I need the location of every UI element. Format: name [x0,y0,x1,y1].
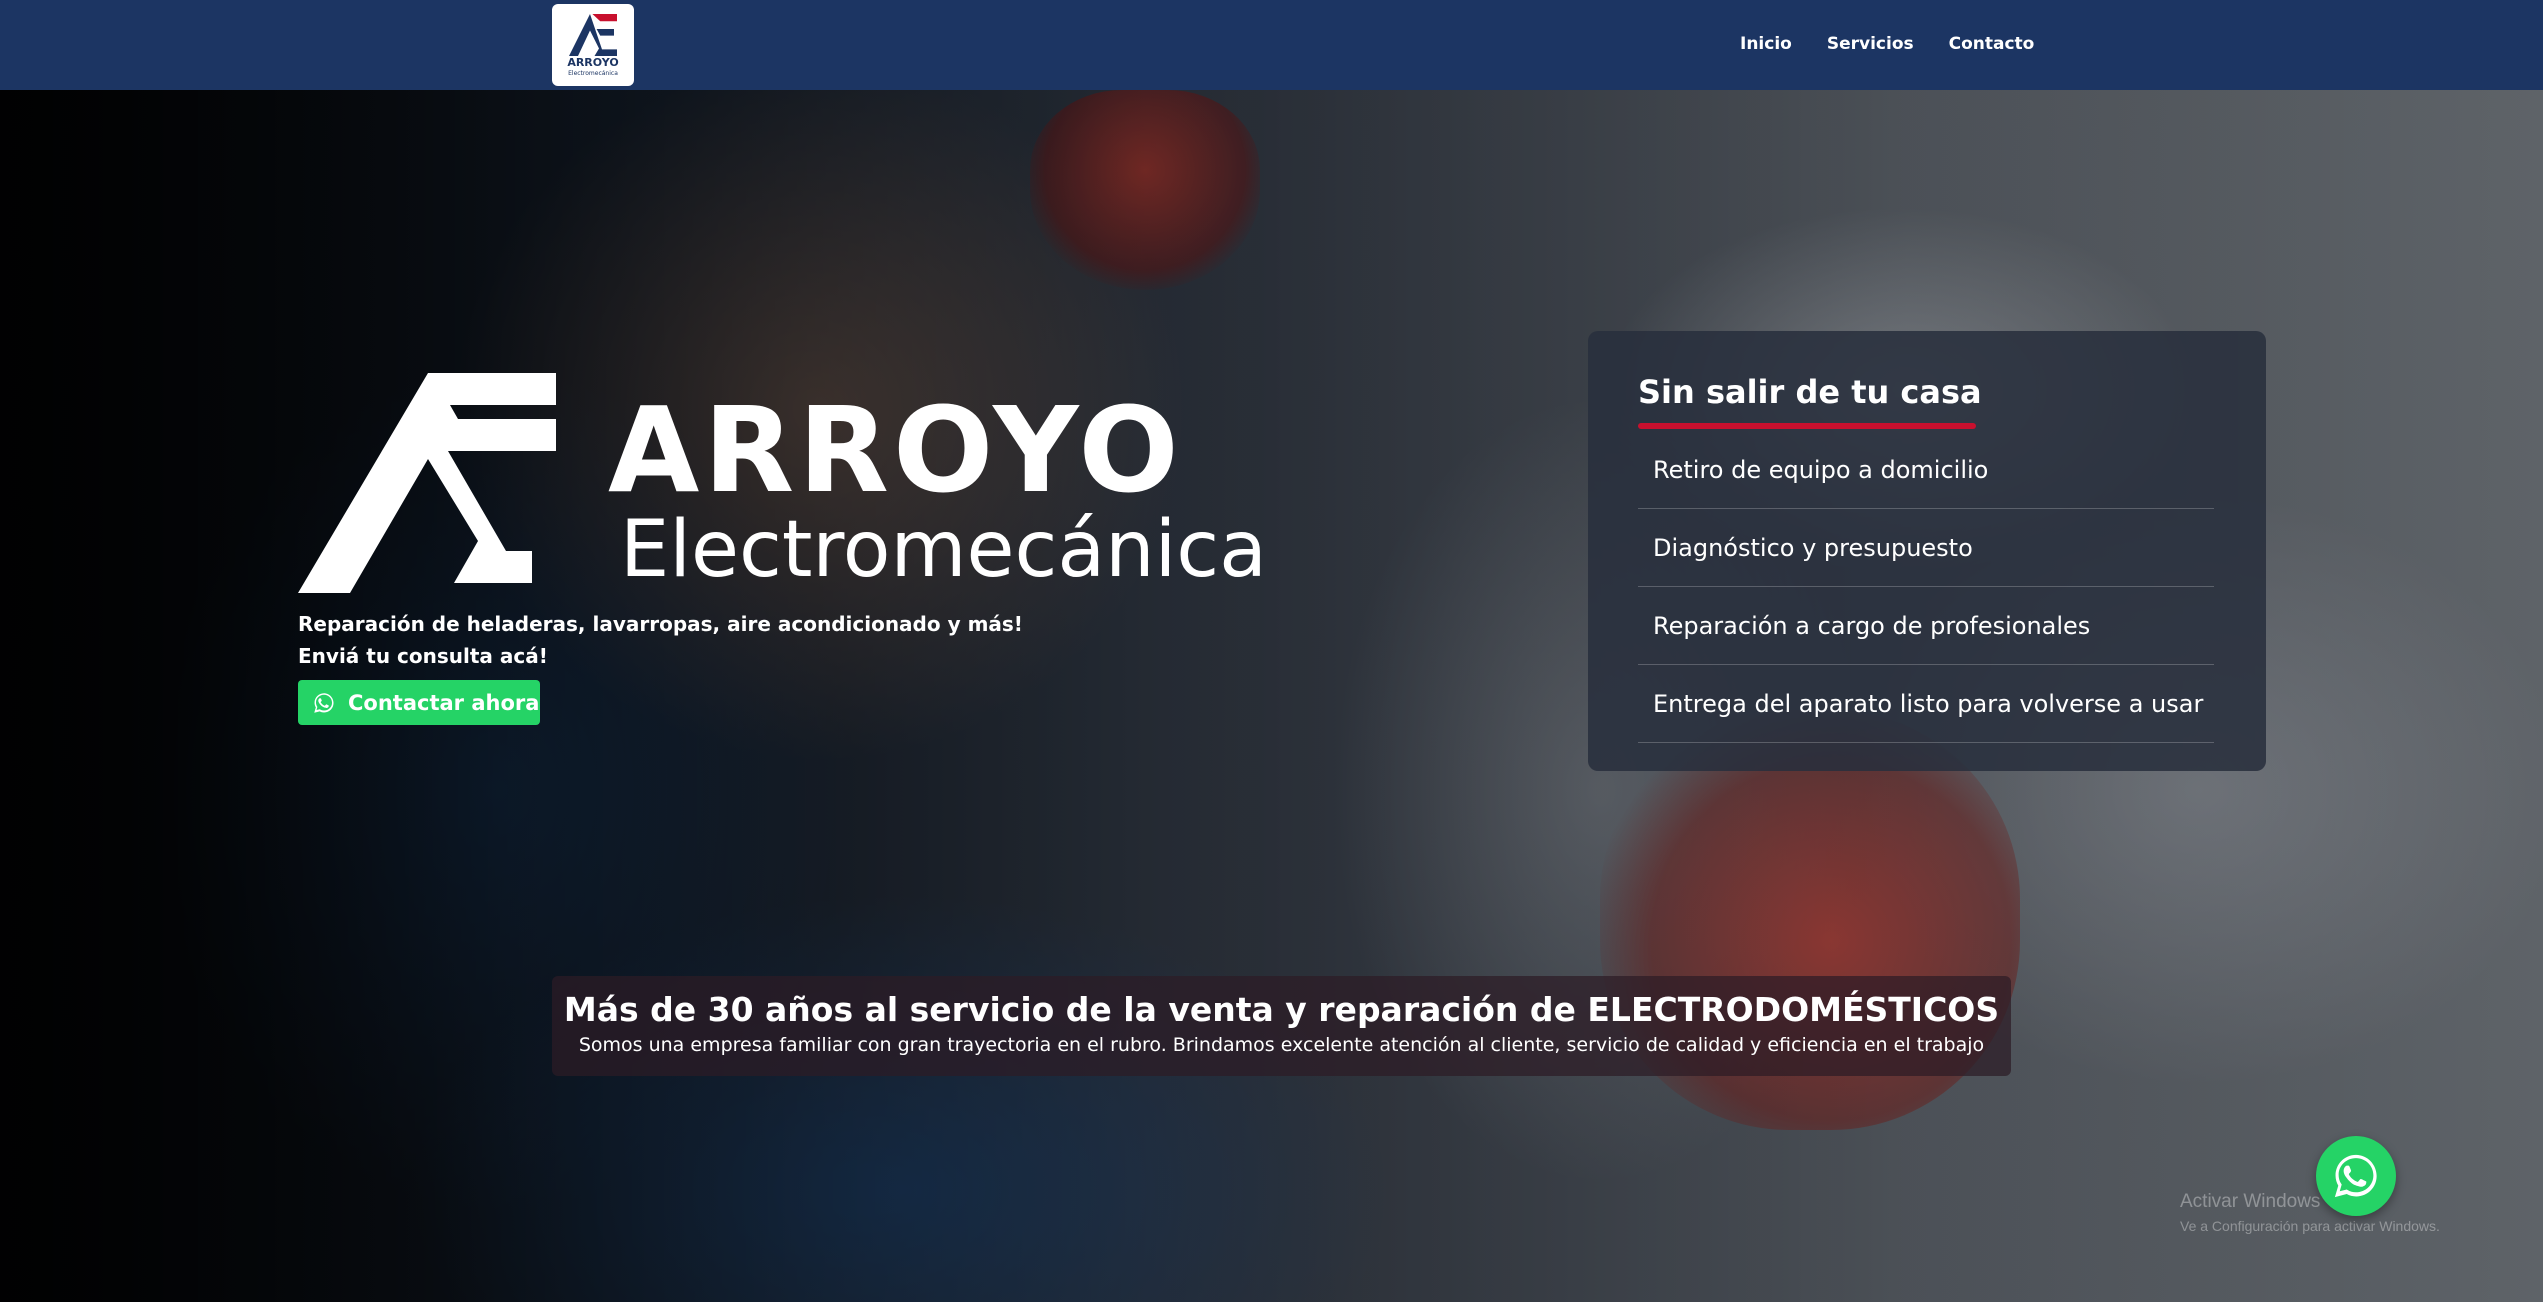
banner-subtitle: Somos una empresa familiar con gran tray… [578,1034,1985,1056]
services-list: Retiro de equipo a domicilio Diagnóstico… [1638,431,2214,743]
contact-now-button[interactable]: Contactar ahora [298,680,540,725]
whatsapp-icon [312,691,336,715]
nav-menu: Inicio Servicios Contacto [1740,34,2034,54]
list-item: Entrega del aparato listo para volverse … [1638,665,2214,743]
logo-mark-icon [569,14,617,56]
experience-banner: Más de 30 años al servicio de la venta y… [552,976,2011,1076]
list-item: Retiro de equipo a domicilio [1638,431,2214,509]
brand-logo: ARROYO Electromecánica [298,373,1278,603]
nav-link-inicio[interactable]: Inicio [1740,34,1792,54]
title-underline [1638,423,1976,429]
nav-logo[interactable]: ARROYO Electromecánica [552,4,634,86]
navbar: ARROYO Electromecánica Inicio Servicios … [0,0,2543,90]
tagline-line-1: Reparación de heladeras, lavarropas, air… [298,612,1023,636]
windows-activation-watermark: Activar Windows Ve a Configuración para … [2180,1190,2440,1238]
tagline-line-2: Enviá tu consulta acá! [298,644,548,668]
services-card: Sin salir de tu casa Retiro de equipo a … [1588,331,2266,771]
nav-link-servicios[interactable]: Servicios [1827,34,1914,54]
watermark-line-2: Ve a Configuración para activar Windows. [2180,1218,2440,1234]
whatsapp-icon [2334,1154,2377,1198]
banner-title: Más de 30 años al servicio de la venta y… [563,990,2000,1029]
brand-name: ARROYO [608,381,1183,519]
whatsapp-float-button[interactable] [2316,1136,2396,1216]
services-card-title: Sin salir de tu casa [1638,373,1982,411]
hero-tagline: Reparación de heladeras, lavarropas, air… [298,608,1023,672]
nav-logo-subtitle: Electromecánica [568,70,618,77]
logo-mark-icon [298,373,556,593]
list-item: Reparación a cargo de profesionales [1638,587,2214,665]
nav-link-contacto[interactable]: Contacto [1949,34,2035,54]
nav-logo-title: ARROYO [567,56,619,69]
contact-now-label: Contactar ahora [348,690,540,715]
brand-subtitle: Electromecánica [620,505,1267,595]
watermark-line-1: Activar Windows [2180,1191,2321,1212]
list-item: Diagnóstico y presupuesto [1638,509,2214,587]
